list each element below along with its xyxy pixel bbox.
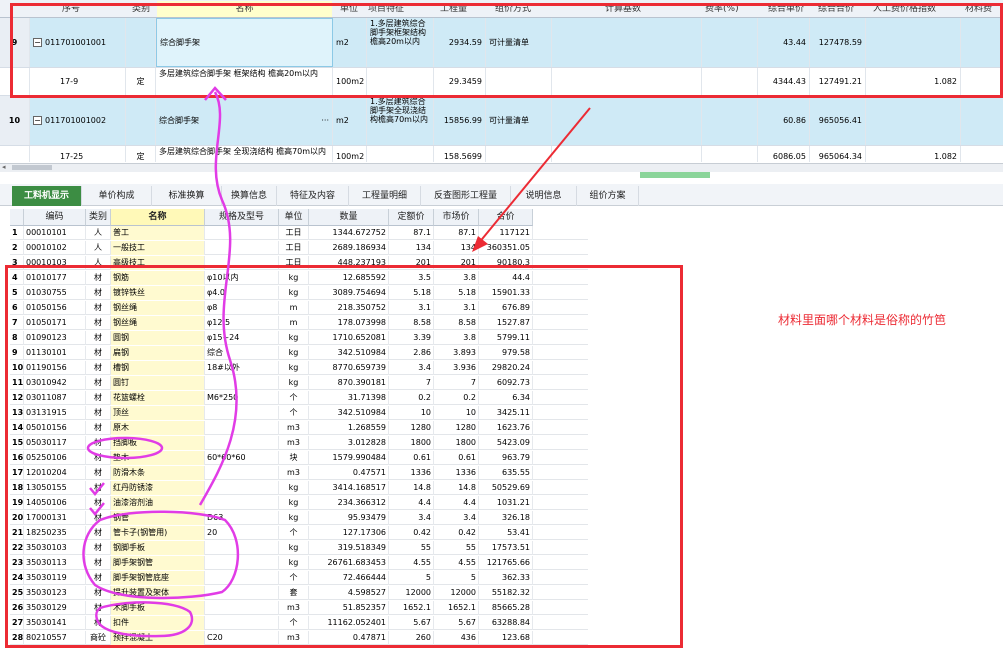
magenta-circle-1 [86,436,164,460]
magenta-check-2 [89,502,105,516]
red-arrow-line [477,107,591,245]
magenta-loop [82,510,240,600]
annotation-overlay [82,86,591,638]
magenta-circle-2 [95,601,194,638]
magenta-check-1 [89,482,105,496]
red-arrow-head [472,236,488,252]
magenta-arrow-path [198,91,238,506]
